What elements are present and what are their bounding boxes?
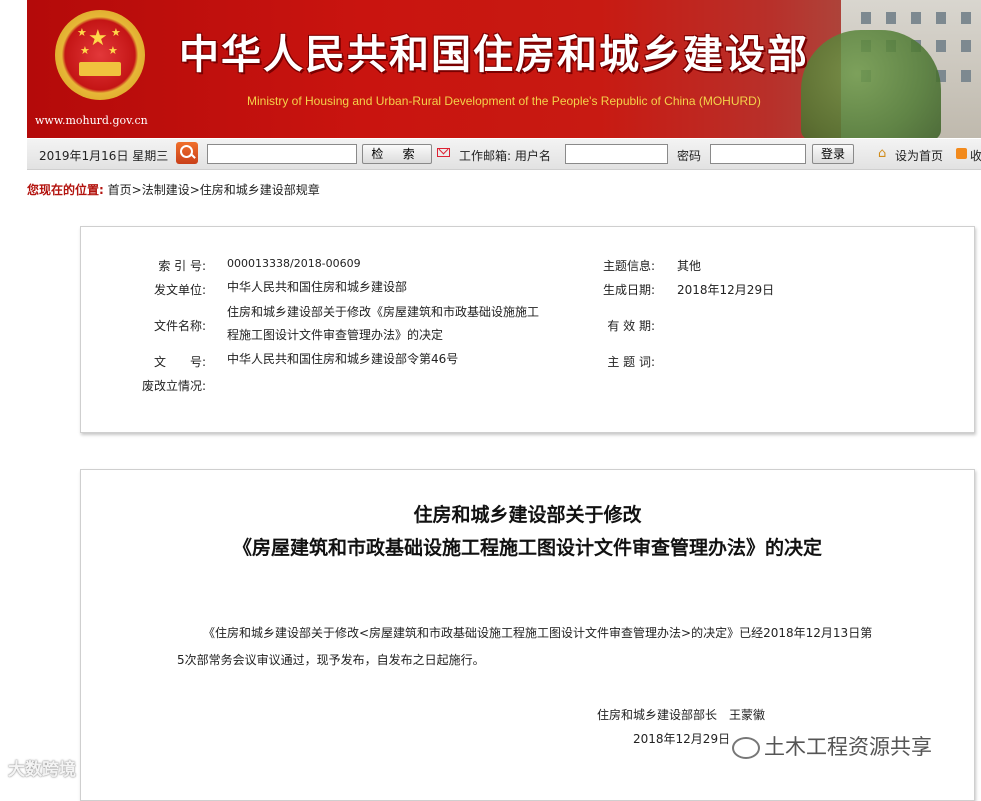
doc-date: 2018年12月29日 <box>633 732 731 746</box>
doc-body-text: 《住房和城乡建设部关于修改<房屋建筑和市政基础设施工程施工图设计文件审查管理办法… <box>177 626 873 667</box>
issuer-label: 发文单位: <box>153 283 206 297</box>
site-url: www.mohurd.gov.cn <box>35 114 148 127</box>
breadcrumb-separator: > <box>131 183 142 197</box>
doc-title-line-2: 《房屋建筑和市政基础设施工程施工图设计文件审查管理办法》的决定 <box>232 537 822 559</box>
created-date-label: 生成日期: <box>602 283 655 297</box>
doc-signature: 住房和城乡建设部部长 王蒙徽 <box>597 708 766 722</box>
breadcrumb-legal[interactable]: 法制建设 <box>142 183 190 197</box>
search-icon[interactable] <box>176 142 198 164</box>
index-label: 索 引 号: <box>158 259 206 273</box>
password-label: 密码 <box>677 149 702 163</box>
created-date-value: 2018年12月29日 <box>677 283 775 297</box>
issuer-value: 中华人民共和国住房和城乡建设部 <box>227 280 408 294</box>
breadcrumb-prefix: 您现在的位置: <box>27 183 104 197</box>
watermark-right-text: 土木工程资源共享 <box>764 735 932 759</box>
breadcrumb-regulations[interactable]: 住房和城乡建设部规章 <box>200 183 320 197</box>
keywords-label: 主 题 词: <box>607 355 655 369</box>
search-input[interactable] <box>207 144 357 164</box>
toolbar: 2019年1月16日 星期三 检 索 工作邮箱: 用户名 密码 登录 ⌂ 设为首… <box>27 139 981 170</box>
breadcrumb-home[interactable]: 首页 <box>108 183 132 197</box>
watermark-left: 大数跨境 <box>8 755 76 780</box>
mail-username-label: 工作邮箱: 用户名 <box>459 149 551 163</box>
doc-title-line-1: 住房和城乡建设部关于修改 <box>413 504 642 526</box>
favorite-icon[interactable] <box>956 148 967 159</box>
home-icon[interactable]: ⌂ <box>878 146 886 161</box>
national-emblem-icon: ★ ★ ★ ★ ★ <box>55 10 145 100</box>
site-title: 中华人民共和国住房和城乡建设部 <box>179 31 809 78</box>
doc-name-label: 文件名称: <box>153 319 206 333</box>
username-input[interactable] <box>565 144 668 164</box>
document-info-panel: 索 引 号: 000013338/2018-00609 发文单位: 中华人民共和… <box>80 226 975 433</box>
current-date: 2019年1月16日 星期三 <box>39 149 169 163</box>
breadcrumb: 您现在的位置: 首页>法制建设>住房和城乡建设部规章 <box>27 181 320 198</box>
watermark-left-text: 大数跨境 <box>8 760 76 780</box>
search-button[interactable]: 检 索 <box>362 144 432 164</box>
set-homepage-link[interactable]: 设为首页 <box>895 147 943 164</box>
doc-number-label: 文 号: <box>153 355 206 369</box>
mail-icon <box>437 148 450 157</box>
login-button[interactable]: 登录 <box>812 144 854 164</box>
add-favorite-link[interactable]: 收 <box>970 147 981 164</box>
topic-value: 其他 <box>677 259 702 273</box>
doc-number-value: 中华人民共和国住房和城乡建设部令第46号 <box>227 352 459 366</box>
index-value: 000013338/2018-00609 <box>227 257 361 270</box>
password-input[interactable] <box>710 144 806 164</box>
doc-name-value: 住房和城乡建设部关于修改《房屋建筑和市政基础设施施工程施工图设计文件审查管理办法… <box>227 305 540 342</box>
wechat-icon <box>732 737 760 759</box>
validity-label: 有 效 期: <box>607 319 655 333</box>
site-subtitle: Ministry of Housing and Urban-Rural Deve… <box>247 94 761 108</box>
topic-label: 主题信息: <box>602 259 655 273</box>
breadcrumb-separator: > <box>189 183 200 197</box>
watermark-right: 土木工程资源共享 <box>728 731 936 761</box>
status-label: 废改立情况: <box>141 379 206 393</box>
tree-image <box>801 30 941 138</box>
site-banner: ★ ★ ★ ★ ★ www.mohurd.gov.cn 中华人民共和国住房和城乡建设… <box>27 0 981 138</box>
